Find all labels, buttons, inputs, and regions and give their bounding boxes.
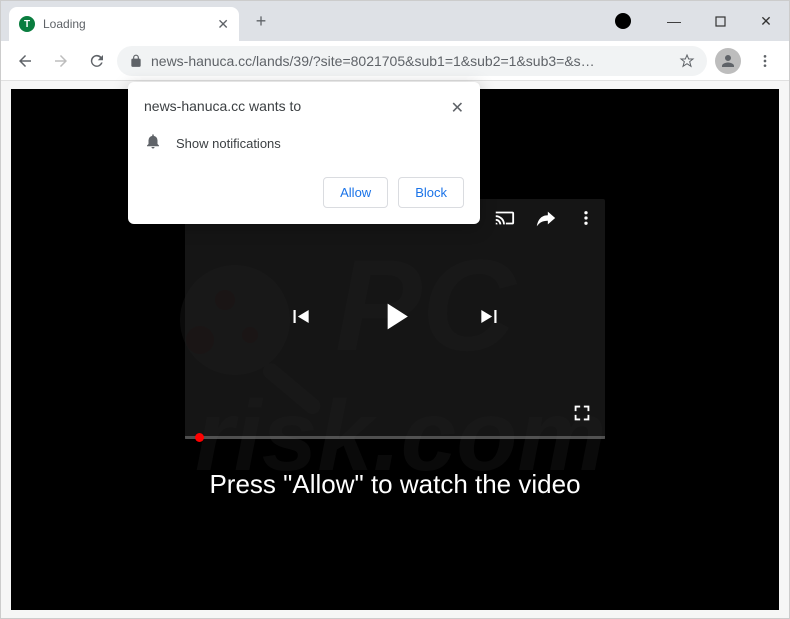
arrow-right-icon [52, 52, 70, 70]
maximize-button[interactable] [697, 1, 743, 41]
allow-button[interactable]: Allow [323, 177, 388, 208]
lock-icon [129, 54, 143, 68]
play-icon[interactable] [373, 295, 417, 344]
bookmark-star-icon[interactable] [679, 53, 695, 69]
next-track-icon[interactable] [477, 304, 503, 335]
extension-icon[interactable] [615, 13, 631, 29]
share-icon[interactable] [535, 207, 557, 234]
forward-button[interactable] [45, 45, 77, 77]
address-bar[interactable]: news-hanuca.cc/lands/39/?site=8021705&su… [117, 46, 707, 76]
tab-close-icon[interactable]: ✕ [217, 16, 229, 33]
permission-prompt: news-hanuca.cc wants to ✕ Show notificat… [128, 82, 480, 224]
arrow-left-icon [16, 52, 34, 70]
video-player [185, 199, 605, 439]
progress-bar[interactable] [185, 436, 605, 439]
back-button[interactable] [9, 45, 41, 77]
maximize-icon [715, 16, 726, 27]
cast-icon[interactable] [493, 207, 515, 234]
url-text: news-hanuca.cc/lands/39/?site=8021705&su… [151, 53, 671, 69]
profile-avatar[interactable] [715, 48, 741, 74]
reload-button[interactable] [81, 45, 113, 77]
browser-tab[interactable]: T Loading ✕ [9, 7, 239, 41]
browser-menu-button[interactable] [749, 45, 781, 77]
player-menu-icon[interactable] [577, 209, 595, 232]
progress-handle[interactable] [195, 433, 204, 442]
close-window-button[interactable]: ✕ [743, 1, 789, 41]
tab-title: Loading [43, 17, 217, 31]
block-button[interactable]: Block [398, 177, 464, 208]
prompt-close-icon[interactable]: ✕ [451, 98, 464, 118]
toolbar: news-hanuca.cc/lands/39/?site=8021705&su… [1, 41, 789, 81]
window-controls: — ✕ [651, 1, 789, 41]
titlebar: T Loading ✕ + — ✕ [1, 1, 789, 41]
cta-text: Press "Allow" to watch the video [209, 469, 580, 500]
prompt-title: news-hanuca.cc wants to [144, 98, 301, 114]
prompt-message: Show notifications [176, 136, 281, 151]
new-tab-button[interactable]: + [247, 7, 275, 35]
favicon: T [19, 16, 35, 32]
bell-icon [144, 132, 162, 155]
minimize-button[interactable]: — [651, 1, 697, 41]
kebab-icon [757, 53, 773, 69]
previous-track-icon[interactable] [287, 304, 313, 335]
person-icon [719, 52, 737, 70]
fullscreen-icon[interactable] [571, 411, 593, 428]
reload-icon [88, 52, 106, 70]
